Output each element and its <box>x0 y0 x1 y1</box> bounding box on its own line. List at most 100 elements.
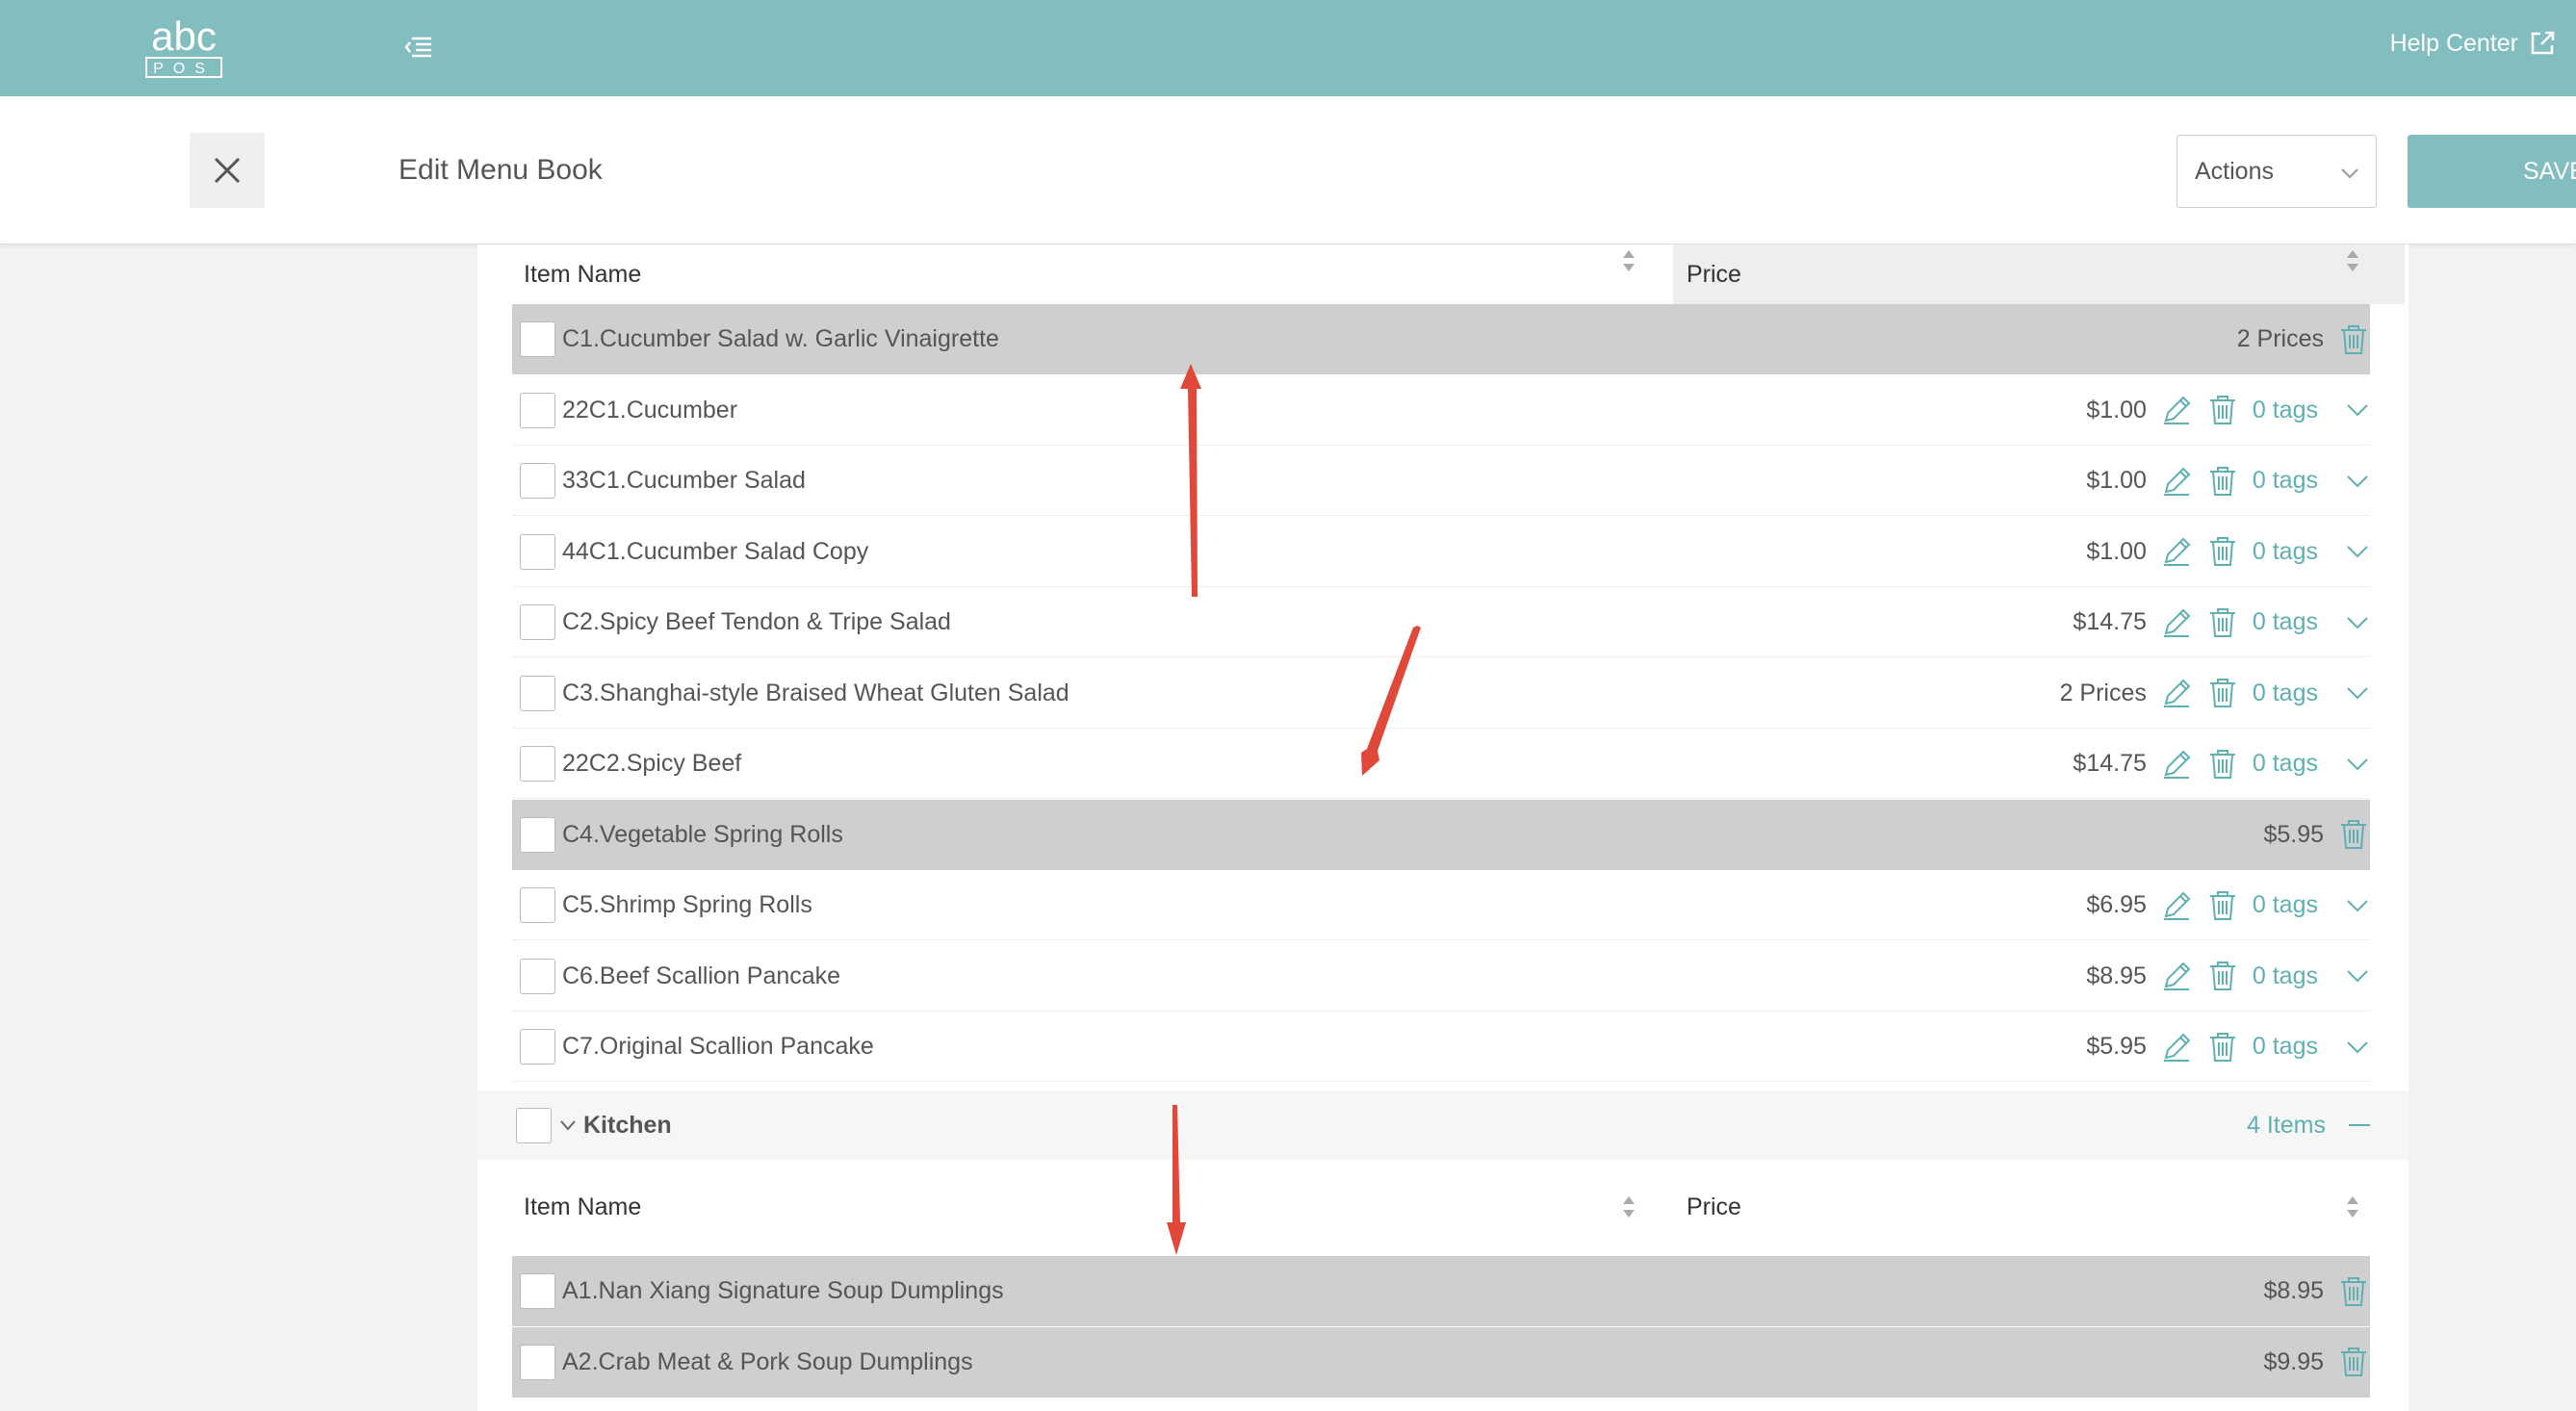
edit-pencil-icon[interactable] <box>2160 748 2193 781</box>
table-row[interactable]: C7.Original Scallion Pancake $5.95 0 tags <box>512 1012 2370 1082</box>
help-center-label: Help Center <box>2389 29 2518 57</box>
row-actions: $14.75 0 tags <box>2073 729 2370 799</box>
edit-pencil-icon[interactable] <box>2160 606 2193 639</box>
trash-icon[interactable] <box>2206 748 2239 781</box>
item-name: C3.Shanghai-style Braised Wheat Gluten S… <box>562 679 1069 706</box>
menu-book-panel: Item Name Price C1.Cucumber Salad w. Gar… <box>477 244 2409 1411</box>
item-group-row[interactable]: A2.Crab Meat & Pork Soup Dumplings $9.95 <box>512 1326 2370 1398</box>
tags-link[interactable]: 0 tags <box>2253 397 2318 424</box>
table-row[interactable]: C5.Shrimp Spring Rolls $6.95 0 tags <box>512 870 2370 940</box>
chevron-down-icon[interactable] <box>558 1116 578 1135</box>
item-price: $8.95 <box>2263 1277 2324 1304</box>
trash-icon[interactable] <box>2337 1346 2370 1378</box>
column-price[interactable]: Price <box>1673 244 2405 304</box>
row-checkbox[interactable] <box>520 321 555 357</box>
trash-icon[interactable] <box>2206 606 2239 639</box>
chevron-down-icon[interactable] <box>2345 752 2370 777</box>
close-button[interactable] <box>190 133 265 208</box>
row-checkbox[interactable] <box>520 887 555 923</box>
actions-dropdown[interactable]: Actions <box>2177 135 2377 208</box>
chevron-down-icon[interactable] <box>2345 893 2370 918</box>
chevron-down-icon[interactable] <box>2345 1035 2370 1060</box>
edit-pencil-icon[interactable] <box>2160 960 2193 992</box>
row-checkbox[interactable] <box>520 675 555 711</box>
section-count-label: 4 Items <box>2247 1112 2326 1139</box>
section-kitchen[interactable]: Kitchen 4 Items <box>477 1090 2409 1160</box>
trash-icon[interactable] <box>2206 465 2239 498</box>
item-group-row[interactable]: C1.Cucumber Salad w. Garlic Vinaigrette 2… <box>512 304 2370 374</box>
trash-icon[interactable] <box>2206 960 2239 992</box>
trash-icon[interactable] <box>2337 818 2370 851</box>
abc-pos-logo[interactable]: abc POS <box>142 15 225 81</box>
table-row[interactable]: C3.Shanghai-style Braised Wheat Gluten S… <box>512 658 2370 729</box>
row-checkbox[interactable] <box>520 533 555 570</box>
tags-link[interactable]: 0 tags <box>2253 608 2318 636</box>
row-checkbox[interactable] <box>520 1344 555 1380</box>
edit-pencil-icon[interactable] <box>2160 889 2193 922</box>
edit-pencil-icon[interactable] <box>2160 1031 2193 1064</box>
trash-icon[interactable] <box>2206 535 2239 568</box>
item-name: A2.Crab Meat & Pork Soup Dumplings <box>562 1347 973 1375</box>
tags-link[interactable]: 0 tags <box>2253 962 2318 990</box>
edit-pencil-icon[interactable] <box>2160 394 2193 426</box>
row-checkbox[interactable] <box>520 816 555 853</box>
tags-link[interactable]: 0 tags <box>2253 891 2318 919</box>
trash-icon[interactable] <box>2206 889 2239 922</box>
item-price: $8.95 <box>2086 962 2147 989</box>
table-row[interactable]: C2.Spicy Beef Tendon & Tripe Salad $14.75… <box>512 587 2370 657</box>
trash-icon[interactable] <box>2337 1275 2370 1308</box>
help-center-link[interactable]: Help Center <box>2390 29 2557 58</box>
edit-pencil-icon[interactable] <box>2160 465 2193 498</box>
chevron-down-icon[interactable] <box>2345 469 2370 494</box>
trash-icon[interactable] <box>2206 394 2239 426</box>
tags-link[interactable]: 0 tags <box>2253 467 2318 495</box>
row-checkbox[interactable] <box>520 1273 555 1309</box>
external-link-icon <box>2531 31 2555 55</box>
tags-link[interactable]: 0 tags <box>2253 1033 2318 1061</box>
row-checkbox[interactable] <box>520 746 555 782</box>
collapse-icon[interactable] <box>2349 1124 2370 1126</box>
edit-pencil-icon[interactable] <box>2160 677 2193 709</box>
sort-icon[interactable] <box>2345 248 2360 273</box>
column-price[interactable]: Price <box>1673 1177 2405 1237</box>
section-checkbox[interactable] <box>516 1108 552 1143</box>
table-row[interactable]: 44C1.Cucumber Salad Copy $1.00 0 tags <box>512 517 2370 587</box>
row-actions: $8.95 <box>2263 1256 2370 1326</box>
chevron-down-icon[interactable] <box>2345 610 2370 635</box>
row-actions: 2 Prices 0 tags <box>2060 658 2370 729</box>
item-name: C7.Original Scallion Pancake <box>562 1033 874 1060</box>
tags-link[interactable]: 0 tags <box>2253 750 2318 778</box>
sort-icon[interactable] <box>1621 248 1636 273</box>
sort-icon[interactable] <box>1619 218 1635 243</box>
column-item-name[interactable]: Item Name <box>524 1177 641 1237</box>
chevron-down-icon[interactable] <box>2345 398 2370 423</box>
tags-link[interactable]: 0 tags <box>2253 680 2318 707</box>
row-checkbox[interactable] <box>520 958 555 994</box>
save-button[interactable]: SAVE <box>2408 135 2576 208</box>
sort-icon[interactable] <box>2345 1194 2360 1219</box>
row-actions: $6.95 0 tags <box>2086 870 2370 940</box>
item-group-row[interactable]: A1.Nan Xiang Signature Soup Dumplings $8.… <box>512 1256 2370 1326</box>
table-row[interactable]: 22C2.Spicy Beef $14.75 0 tags <box>512 729 2370 799</box>
trash-icon[interactable] <box>2206 677 2239 709</box>
table-row[interactable]: 22C1.Cucumber $1.00 0 tags <box>512 375 2370 446</box>
chevron-down-icon[interactable] <box>2345 539 2370 564</box>
row-actions: $5.95 0 tags <box>2086 1012 2370 1082</box>
trash-icon[interactable] <box>2206 1031 2239 1064</box>
table-row[interactable]: C6.Beef Scallion Pancake $8.95 0 tags <box>512 941 2370 1012</box>
row-checkbox[interactable] <box>520 392 555 428</box>
chevron-down-icon[interactable] <box>2345 963 2370 988</box>
edit-pencil-icon[interactable] <box>2160 535 2193 568</box>
item-name: 22C2.Spicy Beef <box>562 750 742 777</box>
chevron-down-icon[interactable] <box>2345 680 2370 706</box>
row-checkbox[interactable] <box>520 1029 555 1065</box>
column-item-name[interactable]: Item Name <box>524 244 641 304</box>
trash-icon[interactable] <box>2337 323 2370 356</box>
table-row[interactable]: 33C1.Cucumber Salad $1.00 0 tags <box>512 446 2370 516</box>
row-checkbox[interactable] <box>520 604 555 640</box>
row-checkbox[interactable] <box>520 463 555 499</box>
item-group-row[interactable]: C4.Vegetable Spring Rolls $5.95 <box>512 799 2370 870</box>
menu-toggle-icon[interactable] <box>404 33 433 62</box>
sort-icon[interactable] <box>1621 1194 1636 1219</box>
tags-link[interactable]: 0 tags <box>2253 538 2318 566</box>
